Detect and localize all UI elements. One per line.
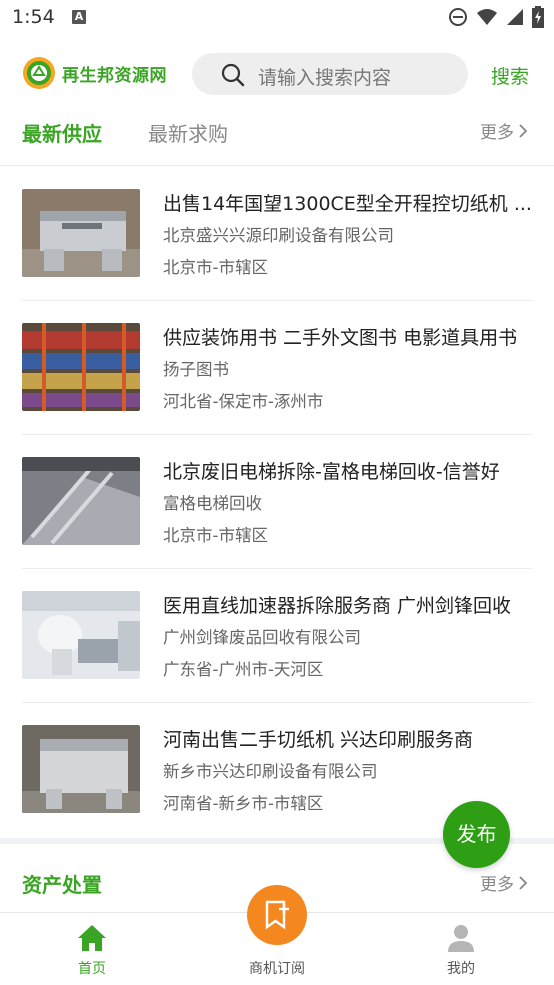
status-icons <box>448 6 544 28</box>
bookmark-add-icon <box>265 900 289 930</box>
item-title: 医用直线加速器拆除服务商 广州剑锋回收 <box>163 595 512 617</box>
item-location: 北京市-市辖区 <box>163 258 268 277</box>
item-location: 广东省-广州市-天河区 <box>163 660 324 679</box>
item-thumbnail <box>22 189 140 277</box>
item-thumbnail <box>22 591 140 679</box>
bottom-nav: 首页 商机订阅 我的 <box>0 885 554 985</box>
search-placeholder: 请输入搜索内容 <box>258 67 392 89</box>
nav-home-label: 首页 <box>78 961 106 977</box>
search-input[interactable]: 请输入搜索内容 <box>192 53 468 95</box>
nav-subscribe-label: 商机订阅 <box>249 961 305 977</box>
dnd-icon <box>449 8 467 26</box>
nav-me-label: 我的 <box>447 961 475 977</box>
item-location: 河北省-保定市-涿州市 <box>163 392 324 411</box>
nav-home[interactable]: 首页 <box>32 913 152 985</box>
item-company: 北京盛兴兴源印刷设备有限公司 <box>163 226 394 245</box>
user-icon <box>448 925 474 952</box>
divider <box>0 165 554 166</box>
search-button[interactable]: 搜索 <box>491 62 529 89</box>
item-thumbnail <box>22 457 140 545</box>
list-item[interactable]: 医用直线加速器拆除服务商 广州剑锋回收 广州剑锋废品回收有限公司 广东省-广州市… <box>0 569 554 703</box>
wifi-icon <box>477 9 497 25</box>
item-company: 新乡市兴达印刷设备有限公司 <box>163 762 378 781</box>
item-thumbnail <box>22 323 140 411</box>
nav-subscribe[interactable]: 商机订阅 <box>217 885 337 985</box>
item-title: 北京废旧电梯拆除-富格电梯回收-信誉好 <box>163 461 500 483</box>
item-title: 出售14年国望1300CE型全开程控切纸机 ... <box>163 193 532 215</box>
status-time: 1:54 <box>12 6 55 28</box>
item-title: 供应装饰用书 二手外文图书 电影道具用书 <box>163 327 518 349</box>
item-title: 河南出售二手切纸机 兴达印刷服务商 <box>163 729 474 751</box>
more-link[interactable]: 更多 <box>480 118 528 143</box>
logo-text: 再生邦资源网 <box>62 65 167 86</box>
more-label: 更多 <box>480 875 514 895</box>
tab-latest-demand[interactable]: 最新求购 <box>148 118 228 147</box>
chevron-right-icon <box>519 123 528 138</box>
app-header: 再生邦资源网 请输入搜索内容 搜索 <box>0 50 554 100</box>
item-location: 北京市-市辖区 <box>163 526 268 545</box>
status-bar: 1:54 A <box>0 0 554 36</box>
item-company: 富格电梯回收 <box>163 494 262 513</box>
publish-button[interactable]: 发布 <box>443 801 510 868</box>
nav-me[interactable]: 我的 <box>401 913 521 985</box>
battery-icon <box>532 6 544 28</box>
recycle-logo-icon <box>23 57 55 89</box>
supply-demand-tabs: 最新供应 最新求购 更多 <box>0 108 554 154</box>
more-label: 更多 <box>480 123 514 143</box>
item-company: 广州剑锋废品回收有限公司 <box>163 628 361 647</box>
list-item[interactable]: 出售14年国望1300CE型全开程控切纸机 ... 北京盛兴兴源印刷设备有限公司… <box>0 167 554 301</box>
subscribe-circle <box>247 885 307 945</box>
logo[interactable]: 再生邦资源网 <box>22 56 167 90</box>
signal-icon <box>507 9 523 25</box>
home-icon <box>78 925 106 951</box>
notification-icon: A <box>72 10 86 24</box>
list-item[interactable]: 北京废旧电梯拆除-富格电梯回收-信誉好 富格电梯回收 北京市-市辖区 <box>0 435 554 569</box>
tab-latest-supply[interactable]: 最新供应 <box>22 118 102 147</box>
list-item[interactable]: 供应装饰用书 二手外文图书 电影道具用书 扬子图书 河北省-保定市-涿州市 <box>0 301 554 435</box>
item-company: 扬子图书 <box>163 360 229 379</box>
item-thumbnail <box>22 725 140 813</box>
section-title: 资产处置 <box>22 873 102 897</box>
chevron-right-icon <box>519 875 528 890</box>
item-location: 河南省-新乡市-市辖区 <box>163 794 324 813</box>
search-icon <box>221 63 245 87</box>
more-link[interactable]: 更多 <box>480 870 528 895</box>
